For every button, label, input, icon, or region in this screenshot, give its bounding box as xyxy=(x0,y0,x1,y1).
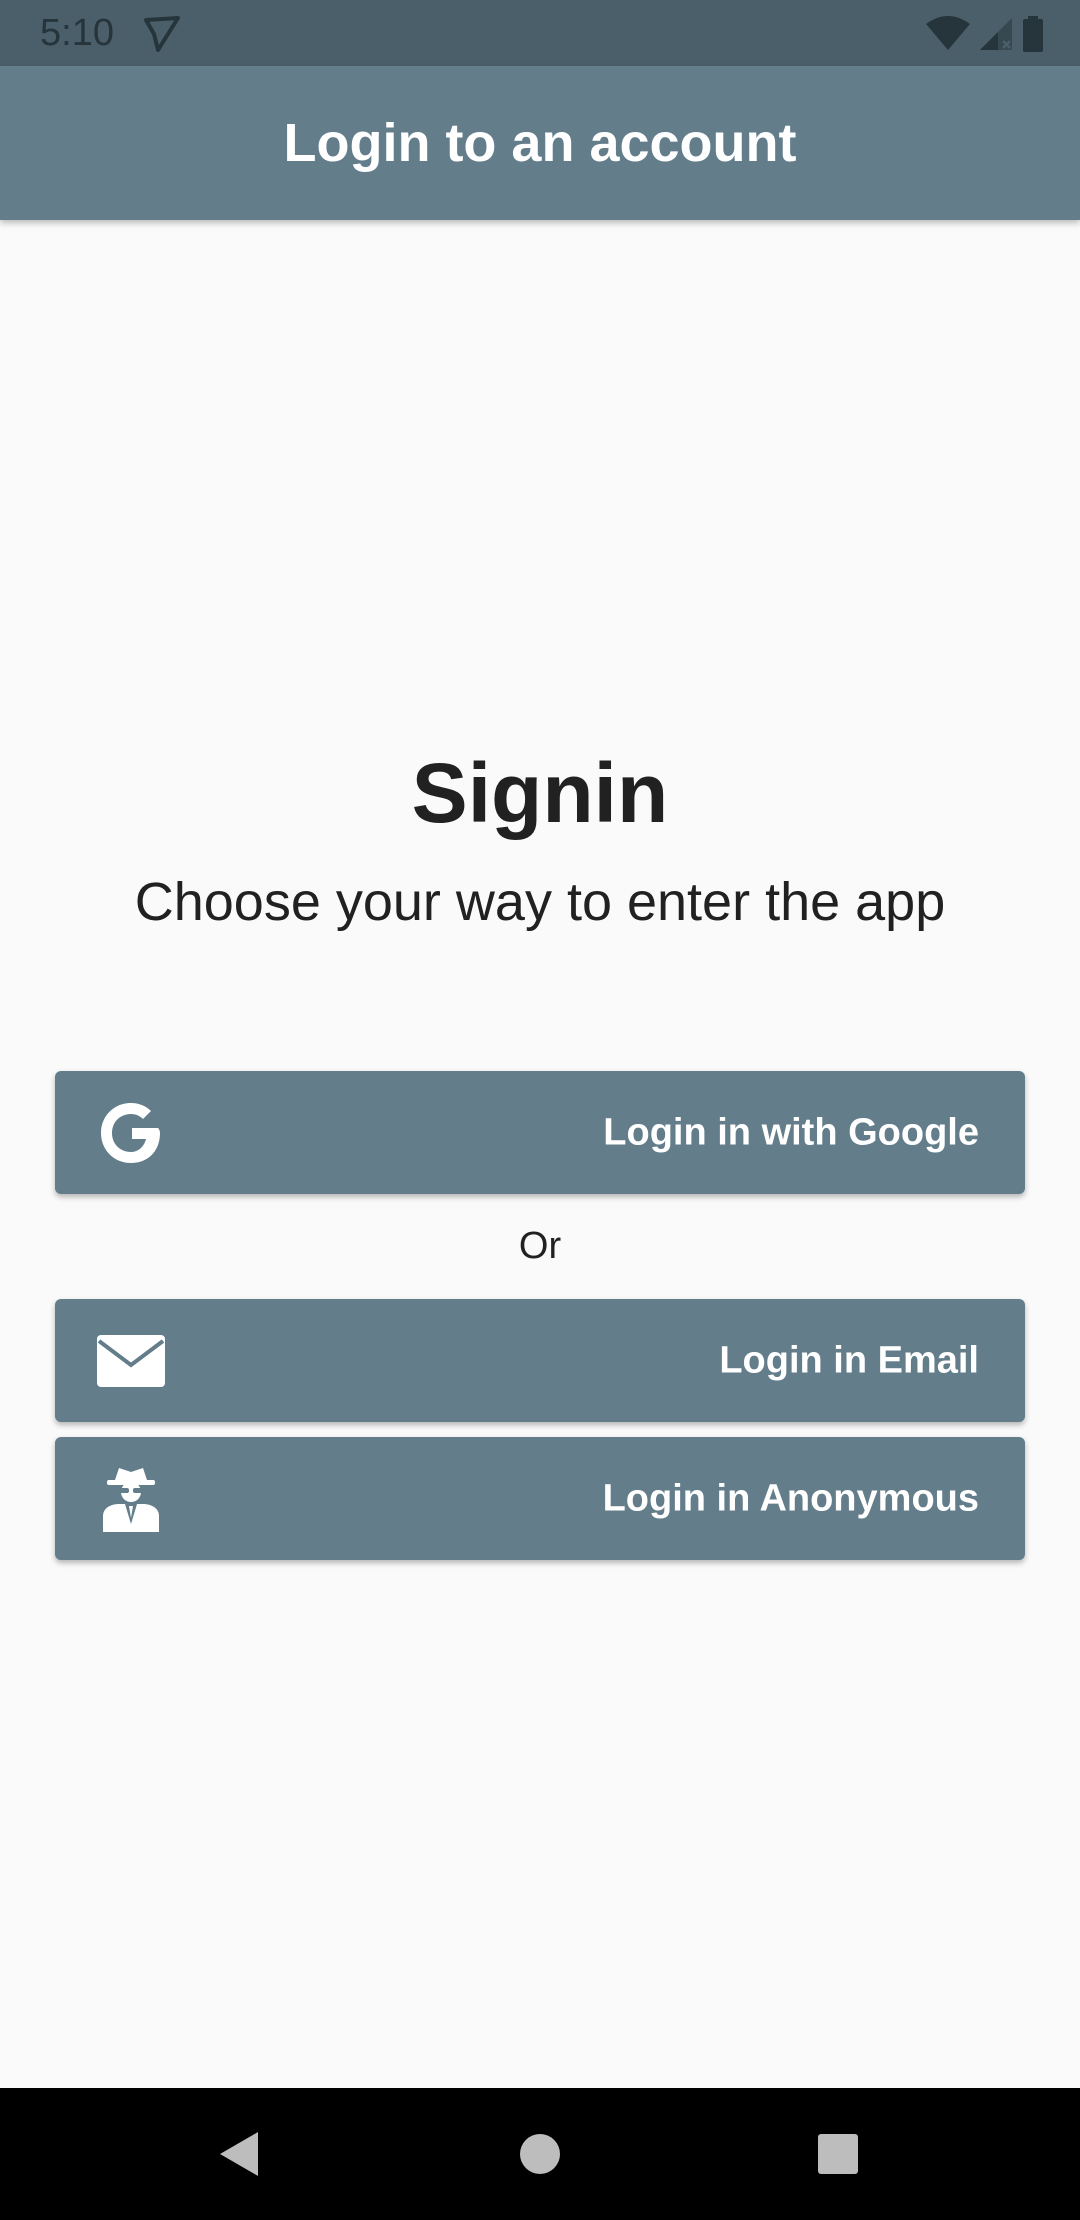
anonymous-login-button[interactable]: Login in Anonymous xyxy=(55,1437,1025,1560)
signin-subheading: Choose your way to enter the app xyxy=(134,872,946,932)
app-bar: Login to an account xyxy=(0,66,1080,220)
status-icons xyxy=(926,14,1044,54)
wifi-icon xyxy=(926,16,970,50)
anonymous-login-label: Login in Anonymous xyxy=(602,1477,979,1519)
email-login-label: Login in Email xyxy=(719,1339,979,1381)
cellular-signal-icon xyxy=(980,18,1012,50)
or-divider-text: Or xyxy=(518,1225,562,1267)
page-title: Login to an account xyxy=(283,113,797,173)
system-navigation-bar xyxy=(0,2088,1080,2220)
recents-icon[interactable] xyxy=(808,2124,868,2184)
home-icon[interactable] xyxy=(510,2124,570,2184)
signin-heading: Signin xyxy=(411,746,669,840)
status-bar: 5:10 xyxy=(0,0,1080,66)
google-icon xyxy=(95,1097,167,1169)
navigation-arrow-icon xyxy=(144,16,180,52)
envelope-icon xyxy=(95,1325,167,1397)
email-login-button[interactable]: Login in Email xyxy=(55,1299,1025,1422)
google-login-label: Login in with Google xyxy=(603,1111,979,1153)
google-login-button[interactable]: Login in with Google xyxy=(55,1071,1025,1194)
status-time: 5:10 xyxy=(40,12,114,54)
back-icon[interactable] xyxy=(210,2124,270,2184)
battery-icon xyxy=(1023,16,1043,52)
incognito-icon xyxy=(95,1463,167,1535)
